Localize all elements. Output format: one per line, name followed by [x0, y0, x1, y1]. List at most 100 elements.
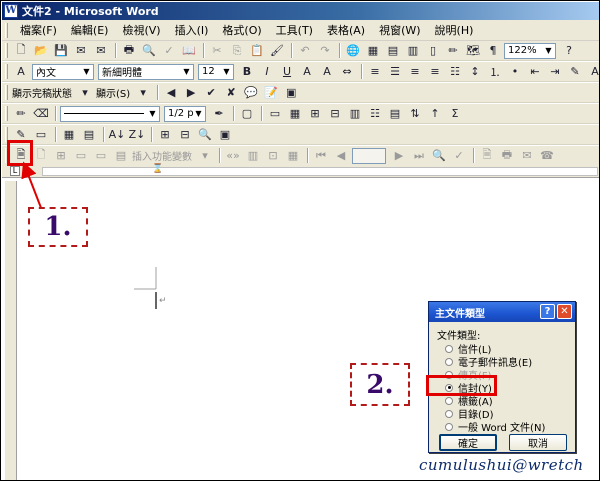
delete-record-icon[interactable]: ⊟: [176, 126, 194, 143]
toolbar-grip[interactable]: [5, 106, 8, 121]
align-center-icon[interactable]: ≡: [406, 63, 424, 80]
last-record-icon[interactable]: ⏭: [410, 147, 428, 164]
style-select[interactable]: 內文 ▼: [32, 63, 94, 80]
print-preview-icon[interactable]: 🔍: [140, 42, 158, 59]
recipients-icon[interactable]: ⊞: [52, 147, 70, 164]
align-left-icon[interactable]: ☰: [386, 63, 404, 80]
text-box-icon[interactable]: ▭: [32, 126, 50, 143]
autoformat-icon[interactable]: ▤: [386, 105, 404, 122]
align-cell-icon[interactable]: ▥: [346, 105, 364, 122]
indent-marker-icon[interactable]: ⌛: [152, 165, 163, 176]
ok-button[interactable]: 確定: [439, 434, 497, 451]
format-painter-icon[interactable]: 🖌: [268, 42, 286, 59]
new-comment-icon[interactable]: 💬: [242, 84, 260, 101]
cancel-button[interactable]: 取消: [509, 434, 567, 451]
character-border-icon[interactable]: A: [298, 63, 316, 80]
columns-icon[interactable]: ▯: [424, 42, 442, 59]
bold-icon[interactable]: B: [238, 63, 256, 80]
sort-az-icon[interactable]: A↓: [108, 126, 126, 143]
menu-file[interactable]: 檔案(F): [13, 21, 64, 40]
vertical-ruler[interactable]: [5, 181, 17, 480]
track-changes-icon[interactable]: 📝: [262, 84, 280, 101]
view-merged-data-icon[interactable]: «»: [224, 147, 242, 164]
tab-selector-icon[interactable]: L: [10, 166, 20, 176]
borders-icon[interactable]: ▢: [238, 105, 256, 122]
show-hide-icon[interactable]: ¶: [484, 42, 502, 59]
check-errors-icon[interactable]: ✓: [450, 147, 468, 164]
close-button[interactable]: ✕: [557, 304, 572, 319]
font-size-select[interactable]: 12 ▼: [198, 63, 234, 80]
open-folder-icon[interactable]: 📂: [32, 42, 50, 59]
grid-icon[interactable]: ▤: [80, 126, 98, 143]
previous-change-icon[interactable]: ◀: [162, 84, 180, 101]
align-right-icon[interactable]: ≡: [426, 63, 444, 80]
character-scale-icon[interactable]: ⇔: [338, 63, 356, 80]
drawing-icon[interactable]: ✏: [444, 42, 462, 59]
reject-change-icon[interactable]: ✘: [222, 84, 240, 101]
increase-indent-icon[interactable]: ⇥: [546, 63, 564, 80]
table-icon[interactable]: ▦: [60, 126, 78, 143]
record-number-input[interactable]: [352, 147, 386, 164]
menu-help[interactable]: 說明(H): [428, 21, 481, 40]
merge-cells-icon[interactable]: ⊞: [306, 105, 324, 122]
paste-icon[interactable]: 📋: [248, 42, 266, 59]
first-record-icon[interactable]: ⏮: [312, 147, 330, 164]
previous-record-icon[interactable]: ◀: [332, 147, 350, 164]
horizontal-ruler[interactable]: L ⌛: [2, 164, 599, 178]
insert-table-icon[interactable]: ▤: [384, 42, 402, 59]
insert-field-button[interactable]: 插入功能變數: [132, 148, 192, 163]
menu-format[interactable]: 格式(O): [215, 21, 268, 40]
redo-icon[interactable]: ↷: [316, 42, 334, 59]
toolbar-grip[interactable]: [5, 43, 8, 58]
bullets-icon[interactable]: •: [506, 63, 524, 80]
justify-icon[interactable]: ≡: [366, 63, 384, 80]
italic-icon[interactable]: I: [258, 63, 276, 80]
distributed-icon[interactable]: ☷: [446, 63, 464, 80]
propagate-labels-icon[interactable]: ▦: [284, 147, 302, 164]
toolbar-grip[interactable]: [5, 85, 8, 100]
display-mode-select[interactable]: 顯示完稿狀態: [12, 85, 72, 100]
open-data-source-icon[interactable]: 🗋: [32, 147, 50, 164]
sort-ascending-icon[interactable]: ↑: [426, 105, 444, 122]
merge-to-fax-icon[interactable]: ☎: [538, 147, 556, 164]
character-shading-icon[interactable]: A: [318, 63, 336, 80]
find-record-icon[interactable]: 🔍: [196, 126, 214, 143]
chevron-down-icon[interactable]: ▾: [134, 84, 152, 101]
toolbar-grip[interactable]: [5, 64, 8, 79]
new-document-icon[interactable]: 🗋: [12, 42, 30, 59]
font-color-icon[interactable]: A: [586, 63, 599, 80]
font-select[interactable]: 新細明體 ▼: [98, 63, 194, 80]
menu-table[interactable]: 表格(A): [320, 21, 372, 40]
document-map-icon[interactable]: 🗺: [464, 42, 482, 59]
save-icon[interactable]: 💾: [52, 42, 70, 59]
insert-table-icon[interactable]: ▦: [286, 105, 304, 122]
spelling-icon[interactable]: ✓: [160, 42, 178, 59]
address-block-icon[interactable]: ▭: [72, 147, 90, 164]
undo-icon[interactable]: ↶: [296, 42, 314, 59]
menu-view[interactable]: 檢視(V): [115, 21, 167, 40]
find-entry-icon[interactable]: 🔍: [430, 147, 448, 164]
autosum-icon[interactable]: Σ: [446, 105, 464, 122]
next-change-icon[interactable]: ▶: [182, 84, 200, 101]
decrease-indent-icon[interactable]: ⇤: [526, 63, 544, 80]
print-icon[interactable]: 🖶: [120, 42, 138, 59]
option-normal-document[interactable]: 一般 Word 文件(N): [445, 419, 545, 434]
draw-table-icon[interactable]: ✏: [12, 105, 30, 122]
merge-to-email-icon[interactable]: ✉: [518, 147, 536, 164]
line-style-select[interactable]: ▼: [60, 105, 160, 122]
merge-to-printer-icon[interactable]: 🖶: [498, 147, 516, 164]
underline-icon[interactable]: U: [278, 63, 296, 80]
next-record-icon[interactable]: ▶: [390, 147, 408, 164]
options-icon[interactable]: ▣: [216, 126, 234, 143]
permission-icon[interactable]: ✉: [72, 42, 90, 59]
sort-za-icon[interactable]: Z↓: [128, 126, 146, 143]
line-weight-select[interactable]: 1/2 p ▼: [164, 105, 206, 122]
eraser-icon[interactable]: ⌫: [32, 105, 50, 122]
distribute-rows-icon[interactable]: ☷: [366, 105, 384, 122]
line-spacing-icon[interactable]: ↕: [466, 63, 484, 80]
highlight-fields-icon[interactable]: ▥: [244, 147, 262, 164]
text-direction-icon[interactable]: ⇅: [406, 105, 424, 122]
accept-change-icon[interactable]: ✔: [202, 84, 220, 101]
menu-tools[interactable]: 工具(T): [269, 21, 320, 40]
hyperlink-icon[interactable]: 🌐: [344, 42, 362, 59]
